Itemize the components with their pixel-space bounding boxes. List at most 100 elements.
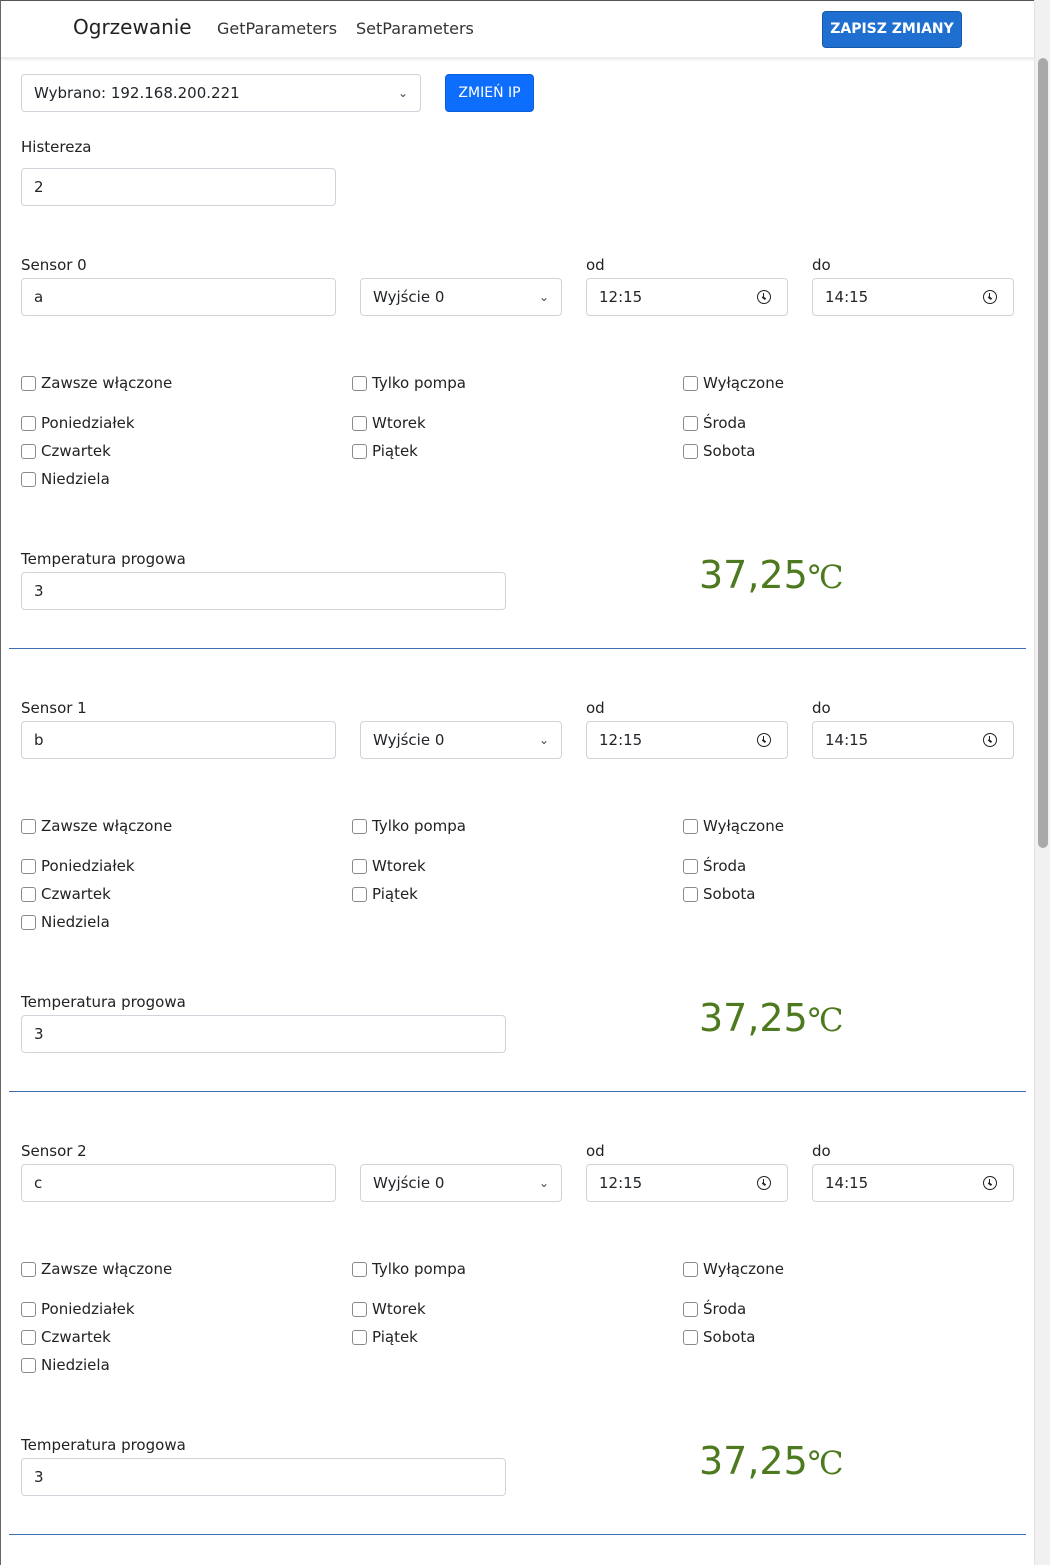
output-select[interactable]: Wyjście 0 ⌄ <box>360 278 562 316</box>
mode-checkbox[interactable]: Tylko pompa <box>352 816 466 836</box>
clock-icon[interactable] <box>983 1176 997 1190</box>
checkbox-square[interactable] <box>21 1301 36 1317</box>
checkbox-square[interactable] <box>21 415 36 431</box>
day-checkbox[interactable]: Środa <box>683 413 746 433</box>
checkbox-label: Wtorek <box>372 857 426 875</box>
day-checkbox[interactable]: Poniedziałek <box>21 1299 135 1319</box>
day-checkbox[interactable]: Czwartek <box>21 884 111 904</box>
ip-select[interactable]: Wybrano: 192.168.200.221 ⌄ <box>21 74 421 112</box>
page-scrollbar[interactable] <box>1034 0 1050 1565</box>
checkbox-square[interactable] <box>352 858 367 874</box>
from-time-input[interactable]: 12:15 <box>586 721 788 759</box>
checkbox-square[interactable] <box>352 1301 367 1317</box>
checkbox-label: Wyłączone <box>703 817 784 835</box>
sensor-name-input[interactable]: c <box>21 1164 336 1202</box>
clock-icon[interactable] <box>757 290 771 304</box>
checkbox-square[interactable] <box>683 886 698 902</box>
checkbox-square[interactable] <box>21 471 36 487</box>
mode-checkbox[interactable]: Zawsze włączone <box>21 1259 172 1279</box>
threshold-input[interactable]: 3 <box>21 1458 506 1496</box>
checkbox-square[interactable] <box>352 886 367 902</box>
day-checkbox[interactable]: Piątek <box>352 441 418 461</box>
day-checkbox[interactable]: Wtorek <box>352 1299 426 1319</box>
checkbox-square[interactable] <box>21 1329 36 1345</box>
checkbox-square[interactable] <box>683 818 698 834</box>
mode-checkbox[interactable]: Zawsze włączone <box>21 373 172 393</box>
brand-title[interactable]: Ogrzewanie <box>73 15 192 39</box>
checkbox-square[interactable] <box>683 858 698 874</box>
clock-icon[interactable] <box>983 733 997 747</box>
day-checkbox[interactable]: Poniedziałek <box>21 413 135 433</box>
ip-select-value: Wybrano: 192.168.200.221 <box>34 84 240 102</box>
checkbox-square[interactable] <box>352 818 367 834</box>
day-checkbox[interactable]: Wtorek <box>352 856 426 876</box>
checkbox-square[interactable] <box>21 375 36 391</box>
scrollbar-thumb[interactable] <box>1038 58 1048 848</box>
checkbox-square[interactable] <box>683 1329 698 1345</box>
save-changes-button[interactable]: ZAPISZ ZMIANY <box>822 11 962 48</box>
day-checkbox[interactable]: Czwartek <box>21 441 111 461</box>
clock-icon[interactable] <box>757 1176 771 1190</box>
checkbox-square[interactable] <box>683 1261 698 1277</box>
checkbox-square[interactable] <box>683 1301 698 1317</box>
clock-icon[interactable] <box>983 290 997 304</box>
output-select[interactable]: Wyjście 0 ⌄ <box>360 721 562 759</box>
checkbox-square[interactable] <box>683 443 698 459</box>
checkbox-label: Piątek <box>372 442 418 460</box>
checkbox-square[interactable] <box>21 1357 36 1373</box>
sensor-name-input[interactable]: b <box>21 721 336 759</box>
to-label: do <box>812 699 831 717</box>
day-checkbox[interactable]: Niedziela <box>21 912 110 932</box>
day-checkbox[interactable]: Sobota <box>683 1327 755 1347</box>
day-checkbox[interactable]: Piątek <box>352 884 418 904</box>
checkbox-square[interactable] <box>21 1261 36 1277</box>
from-time-input[interactable]: 12:15 <box>586 278 788 316</box>
nav-link-setparameters[interactable]: SetParameters <box>356 19 474 38</box>
day-checkbox[interactable]: Niedziela <box>21 469 110 489</box>
nav-link-getparameters[interactable]: GetParameters <box>217 19 337 38</box>
output-select[interactable]: Wyjście 0 ⌄ <box>360 1164 562 1202</box>
checkbox-label: Wtorek <box>372 414 426 432</box>
mode-checkbox[interactable]: Wyłączone <box>683 373 784 393</box>
checkbox-square[interactable] <box>21 818 36 834</box>
hysteresis-input[interactable]: 2 <box>21 168 336 206</box>
threshold-input[interactable]: 3 <box>21 1015 506 1053</box>
from-label: od <box>586 256 605 274</box>
mode-checkbox[interactable]: Tylko pompa <box>352 1259 466 1279</box>
checkbox-square[interactable] <box>21 443 36 459</box>
checkbox-square[interactable] <box>352 1329 367 1345</box>
mode-checkbox[interactable]: Zawsze włączone <box>21 816 172 836</box>
day-checkbox[interactable]: Piątek <box>352 1327 418 1347</box>
mode-checkbox[interactable]: Tylko pompa <box>352 373 466 393</box>
day-checkbox[interactable]: Wtorek <box>352 413 426 433</box>
change-ip-button[interactable]: ZMIEŃ IP <box>445 74 534 112</box>
clock-icon[interactable] <box>757 733 771 747</box>
day-checkbox[interactable]: Środa <box>683 1299 746 1319</box>
day-checkbox[interactable]: Niedziela <box>21 1355 110 1375</box>
day-checkbox[interactable]: Czwartek <box>21 1327 111 1347</box>
checkbox-square[interactable] <box>352 375 367 391</box>
day-checkbox[interactable]: Sobota <box>683 884 755 904</box>
mode-checkbox[interactable]: Wyłączone <box>683 1259 784 1279</box>
checkbox-square[interactable] <box>21 914 36 930</box>
to-time-input[interactable]: 14:15 <box>812 278 1014 316</box>
from-label: od <box>586 1142 605 1160</box>
checkbox-label: Zawsze włączone <box>41 1260 173 1278</box>
to-time-input[interactable]: 14:15 <box>812 1164 1014 1202</box>
day-checkbox[interactable]: Środa <box>683 856 746 876</box>
checkbox-square[interactable] <box>352 443 367 459</box>
sensor-name-input[interactable]: a <box>21 278 336 316</box>
day-checkbox[interactable]: Sobota <box>683 441 755 461</box>
from-time-input[interactable]: 12:15 <box>586 1164 788 1202</box>
checkbox-square[interactable] <box>21 886 36 902</box>
day-checkbox[interactable]: Poniedziałek <box>21 856 135 876</box>
checkbox-square[interactable] <box>352 1261 367 1277</box>
mode-checkbox[interactable]: Wyłączone <box>683 816 784 836</box>
chevron-down-icon: ⌄ <box>538 290 549 304</box>
checkbox-square[interactable] <box>683 375 698 391</box>
checkbox-square[interactable] <box>352 415 367 431</box>
checkbox-square[interactable] <box>21 858 36 874</box>
threshold-input[interactable]: 3 <box>21 572 506 610</box>
checkbox-square[interactable] <box>683 415 698 431</box>
to-time-input[interactable]: 14:15 <box>812 721 1014 759</box>
